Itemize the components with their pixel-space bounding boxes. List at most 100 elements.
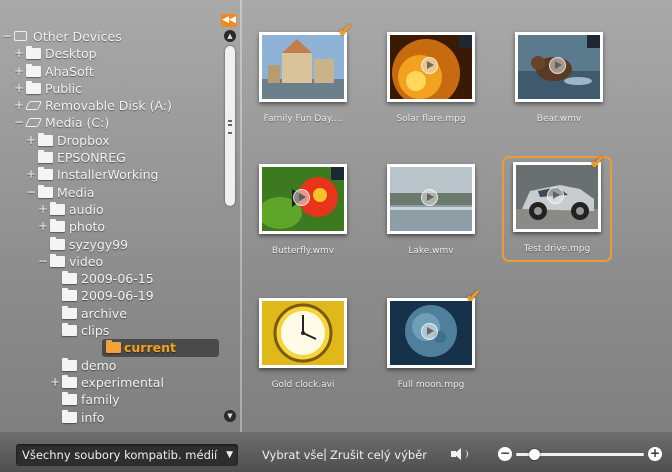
play-icon[interactable] <box>549 57 566 74</box>
video-thumbnail[interactable] <box>513 162 601 232</box>
folder-icon <box>50 236 65 250</box>
folder-icon <box>62 305 77 319</box>
play-icon[interactable] <box>547 187 564 204</box>
collapse-panel-button[interactable]: ◀◀ <box>221 14 237 27</box>
thumbnail-image <box>262 35 344 99</box>
tree-node[interactable]: + Desktop <box>0 45 226 62</box>
tree-node[interactable]: current <box>102 339 219 357</box>
tree-node[interactable]: − video <box>0 253 226 270</box>
select-all-link[interactable]: Vybrat vše <box>262 448 323 462</box>
checkmark-icon[interactable]: ✔ <box>589 150 606 174</box>
expand-icon[interactable]: + <box>14 80 24 97</box>
zoom-in-icon[interactable]: + <box>648 447 662 461</box>
media-filename: Gold clock.avi <box>271 380 335 390</box>
media-tile[interactable]: ✔ Test drive.mpg <box>502 150 612 262</box>
play-icon[interactable] <box>421 323 438 340</box>
tree-node[interactable]: − Other Devices <box>0 28 226 45</box>
tree-node-label: info <box>81 409 105 425</box>
expand-icon[interactable]: + <box>14 63 24 80</box>
checkmark-icon[interactable]: ✔ <box>465 284 482 308</box>
video-thumbnail[interactable] <box>515 32 603 102</box>
speaker-icon[interactable] <box>451 447 469 463</box>
scroll-down-icon[interactable]: ▼ <box>224 410 236 422</box>
tree-node[interactable]: + photo <box>0 218 226 235</box>
tree-node[interactable]: + Dropbox <box>0 132 226 149</box>
chevron-down-icon: ▼ <box>226 450 233 460</box>
collapse-icon[interactable]: − <box>38 253 48 270</box>
tree-node-label: family <box>81 392 120 408</box>
tree-node-label: Desktop <box>45 46 97 62</box>
tree-node[interactable]: + audio <box>0 201 226 218</box>
folder-icon <box>62 392 77 406</box>
file-type-filter-dropdown[interactable]: Všechny soubory kompatib. médií ▼ <box>16 444 238 466</box>
tree-node[interactable]: − Media (C:) <box>0 114 226 131</box>
folder-icon <box>50 219 65 233</box>
folder-icon <box>38 167 53 181</box>
expand-icon[interactable]: + <box>38 201 48 218</box>
panel-divider[interactable] <box>240 0 242 432</box>
scroll-thumb[interactable] <box>225 46 235 206</box>
media-tile[interactable]: Lake.wmv <box>376 158 486 266</box>
collapse-icon[interactable]: − <box>2 28 12 45</box>
tree-node[interactable]: 2009-06-19 <box>0 287 226 304</box>
scroll-up-icon[interactable]: ▲ <box>224 30 236 42</box>
tree-node[interactable]: + AhaSoft <box>0 63 226 80</box>
tree-node-label: archive <box>81 305 127 321</box>
media-tile[interactable]: ✔ Family Fun Day.... <box>248 18 358 134</box>
collapse-icon[interactable]: − <box>26 184 36 201</box>
deselect-all-link[interactable]: Zrušit celý výběr <box>330 448 427 462</box>
folder-icon <box>50 201 65 215</box>
folder-icon <box>62 409 77 423</box>
tree-node-label: 2009-06-15 <box>81 271 154 287</box>
corner-badge-icon <box>587 35 600 48</box>
media-tile[interactable]: ✔ Full moon.mpg <box>376 284 486 400</box>
expand-icon[interactable]: + <box>14 97 24 114</box>
play-icon[interactable] <box>421 57 438 74</box>
zoom-out-icon[interactable]: − <box>498 447 512 461</box>
video-thumbnail[interactable] <box>259 298 347 368</box>
tree-node[interactable]: demo <box>0 357 226 374</box>
tree-node[interactable]: info <box>0 409 226 426</box>
tree-node-label: Dropbox <box>57 132 110 148</box>
tree-node-label: audio <box>69 201 104 217</box>
folder-icon <box>62 288 77 302</box>
zoom-slider[interactable] <box>516 449 644 460</box>
play-icon[interactable] <box>421 189 438 206</box>
folder-icon <box>38 132 53 146</box>
collapse-icon[interactable]: − <box>14 114 24 131</box>
tree-node[interactable]: − Media <box>0 184 226 201</box>
tree-node[interactable]: clips <box>0 322 226 339</box>
media-tile[interactable]: Bear.wmv <box>504 26 614 134</box>
tree-node[interactable]: 2009-06-15 <box>0 270 226 287</box>
zoom-slider-knob[interactable] <box>528 449 540 460</box>
tree-node[interactable]: EPSONREG <box>0 149 226 166</box>
tree-node[interactable]: family <box>0 391 226 408</box>
tree-node[interactable]: archive <box>0 305 226 322</box>
tree-node[interactable]: + InstallerWorking <box>0 166 226 183</box>
media-tile[interactable]: Butterfly.wmv <box>248 158 358 266</box>
video-thumbnail[interactable] <box>387 32 475 102</box>
play-icon[interactable] <box>293 189 310 206</box>
tree-node-label: InstallerWorking <box>57 167 159 183</box>
tree-node-label: syzygy99 <box>69 236 129 252</box>
tree-scrollbar[interactable]: ▲ ▼ <box>224 30 236 422</box>
photo-thumbnail[interactable] <box>259 32 347 102</box>
media-tile[interactable]: Solar flare.mpg <box>376 26 486 134</box>
folder-tree: − Other Devices + Desktop + AhaSoft + Public + Re… <box>0 28 226 426</box>
expand-icon[interactable]: + <box>26 132 36 149</box>
tree-node[interactable]: + Public <box>0 80 226 97</box>
video-thumbnail[interactable] <box>387 298 475 368</box>
tree-node[interactable]: + Removable Disk (A:) <box>0 97 226 114</box>
expand-icon[interactable]: + <box>14 45 24 62</box>
expand-icon[interactable]: + <box>50 374 60 391</box>
video-thumbnail[interactable] <box>387 164 475 234</box>
media-tile[interactable]: Gold clock.avi <box>248 292 358 400</box>
expand-icon[interactable]: + <box>26 166 36 183</box>
checkmark-icon[interactable]: ✔ <box>337 18 354 42</box>
video-thumbnail[interactable] <box>259 164 347 234</box>
tree-node[interactable]: + experimental <box>0 374 226 391</box>
media-filename: Butterfly.wmv <box>271 246 335 256</box>
expand-icon[interactable]: + <box>38 218 48 235</box>
tree-node[interactable]: syzygy99 <box>0 236 226 253</box>
media-filename: Lake.wmv <box>408 246 454 256</box>
